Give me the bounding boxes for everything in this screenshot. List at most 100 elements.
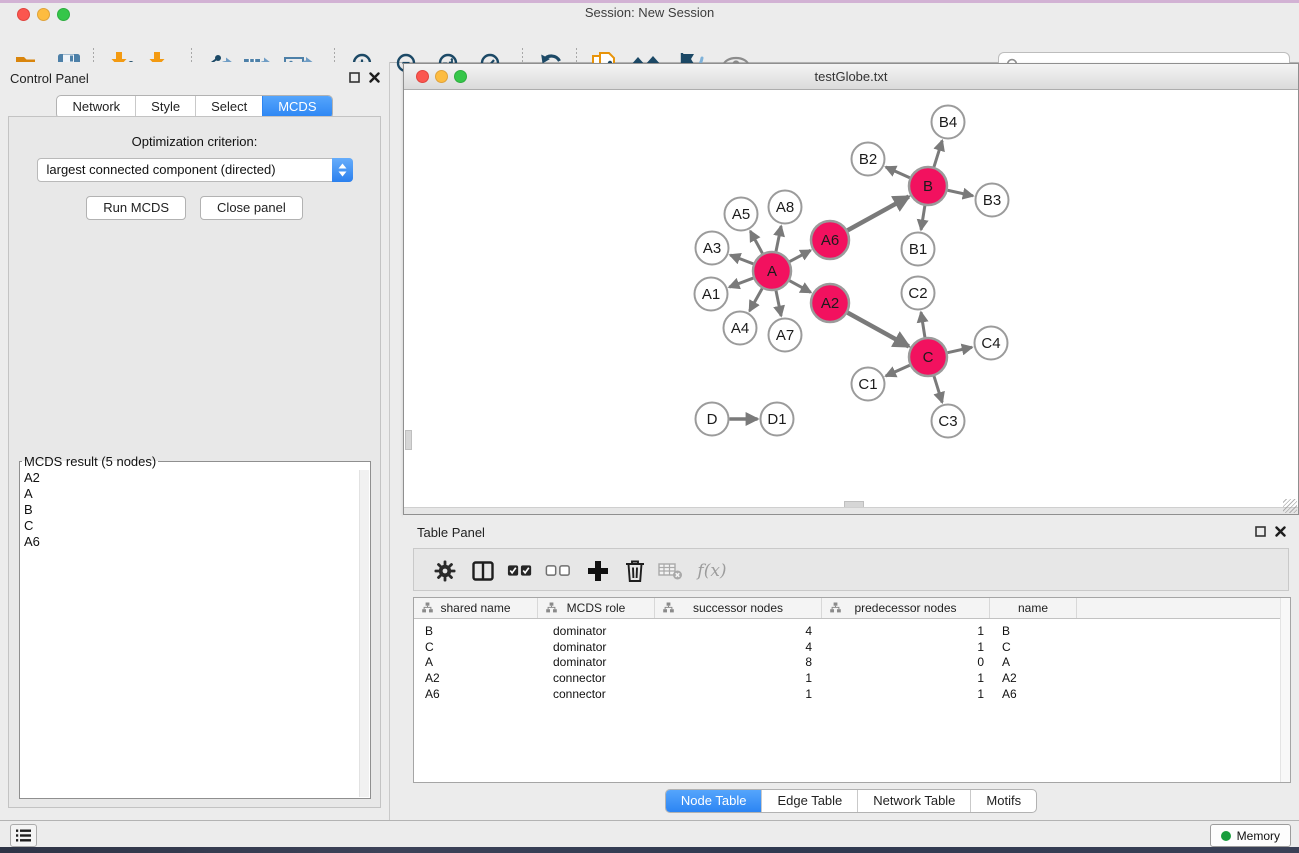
graph-edge-C-C3[interactable] — [934, 376, 942, 402]
close-panel-icon[interactable] — [1275, 526, 1286, 537]
result-item[interactable]: A6 — [24, 534, 370, 550]
tab-style[interactable]: Style — [135, 96, 195, 118]
graph-node-D1[interactable]: D1 — [761, 403, 794, 436]
table-cell[interactable]: 1 — [822, 687, 990, 701]
resize-grip-icon[interactable] — [1283, 499, 1297, 513]
table-cell[interactable]: B — [990, 624, 1077, 638]
result-item[interactable]: A2 — [24, 470, 370, 486]
gear-icon[interactable] — [432, 558, 458, 584]
table-cell[interactable]: C — [414, 640, 538, 654]
table-cell[interactable]: dominator — [538, 624, 655, 638]
network-window-titlebar[interactable]: testGlobe.txt — [404, 64, 1298, 90]
graph-node-A8[interactable]: A8 — [769, 191, 802, 224]
graph-node-B[interactable]: B — [909, 167, 947, 205]
delete-column-icon[interactable] — [622, 558, 648, 584]
graph-node-A5[interactable]: A5 — [725, 198, 758, 231]
graph-node-A6[interactable]: A6 — [811, 221, 849, 259]
graph-edge-B-B1[interactable] — [921, 206, 925, 230]
table-cell[interactable]: A6 — [414, 687, 538, 701]
column-view-icon[interactable] — [470, 558, 496, 584]
delete-table-icon[interactable] — [658, 558, 684, 584]
graph-node-B1[interactable]: B1 — [902, 233, 935, 266]
table-row[interactable]: Cdominator41C — [414, 639, 1290, 655]
graph-edge-A-A3[interactable] — [730, 255, 753, 264]
graph-node-B3[interactable]: B3 — [976, 184, 1009, 217]
close-panel-button[interactable]: Close panel — [200, 196, 303, 220]
graph-edge-A-A2[interactable] — [790, 281, 811, 293]
table-row[interactable]: A2connector11A2 — [414, 670, 1290, 686]
graph-node-A7[interactable]: A7 — [769, 319, 802, 352]
graph-edge-C-C1[interactable] — [886, 365, 910, 376]
zoom-window-button[interactable] — [57, 8, 70, 21]
float-panel-icon[interactable] — [1255, 526, 1266, 537]
table-row[interactable]: Adominator80A — [414, 655, 1290, 671]
table-cell[interactable]: A — [414, 655, 538, 669]
graph-edge-B-B3[interactable] — [948, 190, 973, 196]
graph-node-C2[interactable]: C2 — [902, 277, 935, 310]
table-cell[interactable]: 1 — [822, 671, 990, 685]
graph-node-A[interactable]: A — [753, 252, 791, 290]
memory-button[interactable]: Memory — [1210, 824, 1291, 847]
column-header-mcds-role[interactable]: MCDS role — [538, 598, 655, 618]
optimization-criterion-dropdown[interactable]: largest connected component (directed) — [37, 158, 353, 182]
result-item[interactable]: A — [24, 486, 370, 502]
table-cell[interactable]: connector — [538, 671, 655, 685]
network-close-button[interactable] — [416, 70, 429, 83]
tab-node-table[interactable]: Node Table — [666, 790, 762, 812]
graph-edge-C-C2[interactable] — [921, 312, 925, 337]
graph-edge-B-B2[interactable] — [886, 167, 910, 178]
graph-edge-A-A6[interactable] — [790, 250, 811, 261]
table-cell[interactable]: 4 — [655, 640, 822, 654]
table-cell[interactable]: connector — [538, 687, 655, 701]
table-cell[interactable]: 4 — [655, 624, 822, 638]
select-all-icon[interactable] — [507, 558, 533, 584]
column-header-name[interactable]: name — [990, 598, 1077, 618]
column-header-predecessor-nodes[interactable]: predecessor nodes — [822, 598, 990, 618]
graph-edge-A-A8[interactable] — [776, 226, 781, 251]
graph-node-A1[interactable]: A1 — [695, 278, 728, 311]
table-cell[interactable]: 1 — [655, 687, 822, 701]
graph-edge-A-A5[interactable] — [750, 231, 762, 253]
network-canvas[interactable]: AA1A2A3A4A5A6A7A8BB1B2B3B4CC1C2C3C4DD1 — [404, 90, 1298, 508]
table-cell[interactable]: 1 — [655, 671, 822, 685]
run-mcds-button[interactable]: Run MCDS — [86, 196, 186, 220]
tab-select[interactable]: Select — [195, 96, 262, 118]
table-cell[interactable]: 0 — [822, 655, 990, 669]
tab-motifs[interactable]: Motifs — [970, 790, 1036, 812]
result-item[interactable]: C — [24, 518, 370, 534]
graph-node-C[interactable]: C — [909, 338, 947, 376]
graph-node-B2[interactable]: B2 — [852, 143, 885, 176]
tab-mcds[interactable]: MCDS — [262, 96, 331, 118]
table-cell[interactable]: dominator — [538, 655, 655, 669]
tab-network[interactable]: Network — [57, 96, 135, 118]
function-builder-icon[interactable]: f(x) — [695, 558, 729, 584]
tab-network-table[interactable]: Network Table — [857, 790, 970, 812]
table-cell[interactable]: B — [414, 624, 538, 638]
add-column-icon[interactable] — [585, 558, 611, 584]
graph-node-C3[interactable]: C3 — [932, 405, 965, 438]
result-scrollbar[interactable] — [359, 470, 369, 797]
table-cell[interactable]: A2 — [414, 671, 538, 685]
close-panel-icon[interactable] — [369, 72, 380, 83]
table-scrollbar[interactable] — [1280, 598, 1290, 782]
graph-edge-A2-C[interactable] — [848, 313, 909, 347]
dropdown-stepper-icon[interactable] — [332, 158, 353, 182]
graph-edge-A-A4[interactable] — [750, 288, 763, 311]
result-item[interactable]: B — [24, 502, 370, 518]
graph-node-B4[interactable]: B4 — [932, 106, 965, 139]
graph-node-A2[interactable]: A2 — [811, 284, 849, 322]
table-cell[interactable]: C — [990, 640, 1077, 654]
graph-node-A3[interactable]: A3 — [696, 232, 729, 265]
graph-edge-C-C4[interactable] — [948, 347, 972, 352]
tab-edge-table[interactable]: Edge Table — [761, 790, 857, 812]
task-history-button[interactable] — [10, 824, 37, 847]
column-header-shared-name[interactable]: shared name — [414, 598, 538, 618]
table-cell[interactable]: 1 — [822, 640, 990, 654]
minimize-window-button[interactable] — [37, 8, 50, 21]
canvas-vertical-scrollbar[interactable] — [405, 430, 412, 450]
table-cell[interactable]: A — [990, 655, 1077, 669]
column-header-successor-nodes[interactable]: successor nodes — [655, 598, 822, 618]
table-cell[interactable]: 1 — [822, 624, 990, 638]
graph-node-D[interactable]: D — [696, 403, 729, 436]
graph-node-C4[interactable]: C4 — [975, 327, 1008, 360]
